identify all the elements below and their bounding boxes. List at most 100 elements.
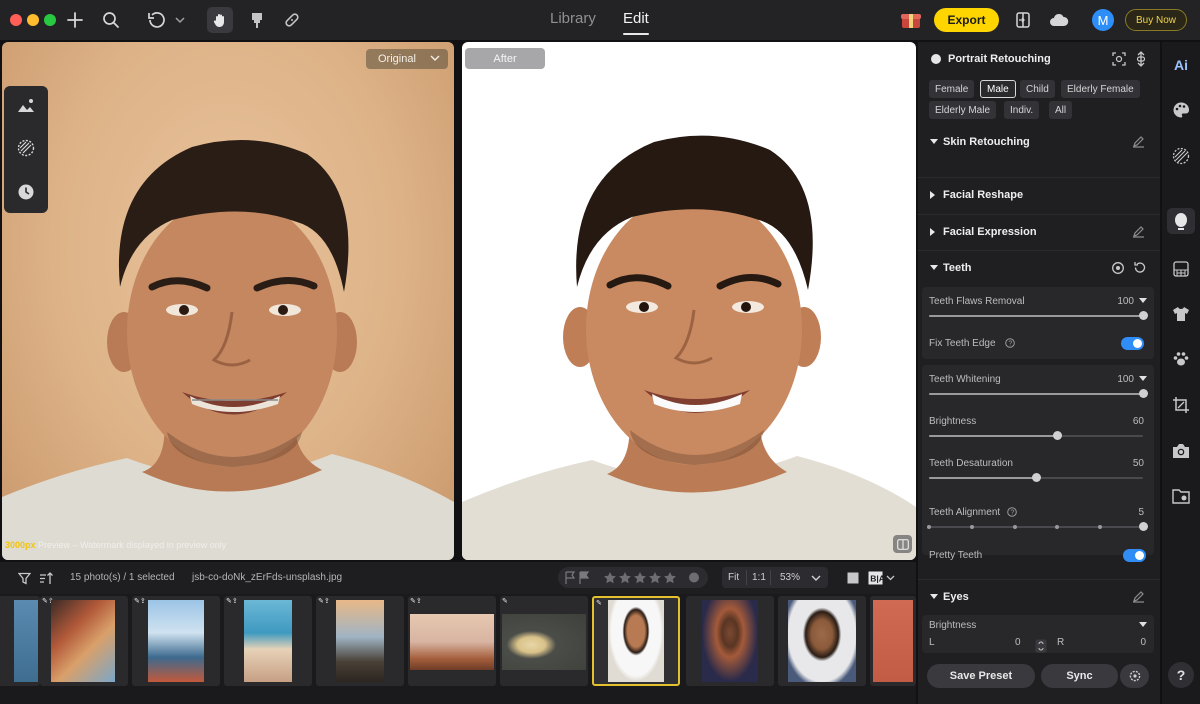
link-icon[interactable] xyxy=(1035,639,1047,653)
search-icon[interactable] xyxy=(100,8,122,32)
slider-knob[interactable] xyxy=(1139,522,1148,531)
section-facial-expression[interactable]: Facial Expression xyxy=(918,214,1160,250)
camera-icon[interactable] xyxy=(1170,440,1192,462)
cloud-icon[interactable] xyxy=(1048,8,1070,32)
palette-icon[interactable] xyxy=(1170,99,1192,121)
paw-icon[interactable] xyxy=(1170,348,1192,370)
color-label-icon[interactable] xyxy=(689,572,699,583)
mask-icon[interactable] xyxy=(16,138,36,158)
grid-icon[interactable] xyxy=(1170,258,1192,280)
rating-control[interactable] xyxy=(558,567,708,588)
bandage-icon[interactable] xyxy=(281,8,303,32)
undo-icon[interactable] xyxy=(146,8,186,32)
thumbnail-blonde-woman[interactable]: ✎ xyxy=(500,596,588,686)
original-view-dropdown[interactable]: Original xyxy=(366,49,448,69)
edit-icon[interactable] xyxy=(1132,135,1145,148)
avatar[interactable]: M xyxy=(1092,9,1114,31)
section-facial-reshape[interactable]: Facial Reshape xyxy=(918,177,1160,213)
window-minimize-button[interactable] xyxy=(27,14,39,26)
teeth-alignment-slider[interactable] xyxy=(927,522,1148,531)
thumbnail-bearded-man[interactable] xyxy=(778,596,866,686)
tab-library[interactable]: Library xyxy=(550,10,596,27)
thumbnail-man-hat[interactable] xyxy=(686,596,774,686)
shirt-icon[interactable] xyxy=(1170,303,1192,325)
teeth-desaturation-slider[interactable] xyxy=(929,473,1143,482)
split-view-icon[interactable] xyxy=(893,535,912,553)
hand-icon[interactable] xyxy=(207,7,233,33)
fit-button[interactable]: Fit xyxy=(728,572,739,583)
export-button[interactable]: Export xyxy=(934,8,999,32)
caret-down-icon[interactable] xyxy=(1139,298,1147,303)
one-to-one-button[interactable]: 1:1 xyxy=(752,572,766,583)
thumbnail-beach[interactable]: ✎⇪ xyxy=(224,596,312,686)
sync-arrows-icon[interactable] xyxy=(1136,51,1146,67)
caret-down-icon[interactable] xyxy=(1139,622,1147,627)
single-view-icon[interactable] xyxy=(845,566,861,590)
history-icon[interactable] xyxy=(16,182,36,202)
buy-now-button[interactable]: Buy Now xyxy=(1125,9,1187,31)
filmstrip[interactable]: ✎⇪ ✎⇪ ✎⇪ ✎⇪ ✎⇪ ✎ ✎ xyxy=(0,594,916,704)
crop-icon[interactable] xyxy=(1170,394,1192,416)
info-icon[interactable]: ? xyxy=(1007,507,1017,517)
chip-male[interactable]: Male xyxy=(980,80,1016,98)
teeth-whitening-slider[interactable] xyxy=(929,389,1148,398)
info-icon[interactable]: ? xyxy=(1005,338,1015,348)
brush-icon[interactable] xyxy=(246,8,268,32)
pretty-teeth-toggle[interactable] xyxy=(1123,549,1146,562)
sync-button[interactable]: Sync xyxy=(1041,664,1118,688)
fix-teeth-edge-toggle[interactable] xyxy=(1121,337,1144,350)
zoom-control[interactable]: Fit 1:1 53% xyxy=(722,567,828,588)
folder-icon[interactable] xyxy=(1170,485,1192,507)
slider-knob[interactable] xyxy=(1032,473,1041,482)
chip-elderly-female[interactable]: Elderly Female xyxy=(1061,80,1140,98)
tab-edit[interactable]: Edit xyxy=(623,10,649,35)
sync-settings-button[interactable] xyxy=(1120,664,1149,688)
window-zoom-button[interactable] xyxy=(44,14,56,26)
edit-icon[interactable] xyxy=(1132,590,1145,603)
filter-icon[interactable] xyxy=(16,566,32,590)
compare-icon[interactable] xyxy=(1012,8,1034,32)
thumbnail-coral-wall[interactable] xyxy=(870,596,916,686)
help-button[interactable]: ? xyxy=(1168,662,1194,688)
section-eyes[interactable]: Eyes xyxy=(918,579,1160,615)
brightness-slider[interactable] xyxy=(929,431,1143,440)
slider-knob[interactable] xyxy=(1053,431,1063,440)
face-detect-icon[interactable] xyxy=(1112,52,1126,66)
texture-icon[interactable] xyxy=(1170,145,1192,167)
chip-elderly-male[interactable]: Elderly Male xyxy=(929,101,997,119)
reject-flag-icon[interactable] xyxy=(579,571,590,584)
chip-female[interactable]: Female xyxy=(929,80,975,98)
section-teeth[interactable]: Teeth xyxy=(918,250,1160,286)
face-icon[interactable] xyxy=(1167,208,1195,234)
save-preset-button[interactable]: Save Preset xyxy=(927,664,1035,688)
thumbnail-alley[interactable]: ✎⇪ xyxy=(40,596,128,686)
section-skin-retouching[interactable]: Skin Retouching xyxy=(918,125,1160,161)
thumbnail-balloons[interactable]: ✎⇪ xyxy=(408,596,496,686)
thumbnail-city-skyline[interactable]: ✎⇪ xyxy=(132,596,220,686)
window-close-button[interactable] xyxy=(10,14,22,26)
ai-button[interactable]: Ai xyxy=(1170,54,1192,76)
retouched-photo[interactable] xyxy=(462,42,916,560)
caret-down-icon[interactable] xyxy=(1139,376,1147,381)
zoom-level[interactable]: 53% xyxy=(780,572,800,583)
chevron-down-icon[interactable] xyxy=(811,573,821,583)
slider-knob[interactable] xyxy=(1139,389,1148,398)
edit-icon[interactable] xyxy=(1132,225,1145,238)
before-after-toggle[interactable]: B|A xyxy=(868,566,896,590)
landscape-icon[interactable] xyxy=(16,96,36,116)
reset-icon[interactable] xyxy=(1133,261,1146,274)
original-photo[interactable] xyxy=(2,42,454,560)
visibility-icon[interactable] xyxy=(1111,262,1125,274)
teeth-flaws-slider[interactable] xyxy=(929,311,1148,320)
add-icon[interactable] xyxy=(64,8,86,32)
sort-icon[interactable] xyxy=(38,566,54,590)
chip-child[interactable]: Child xyxy=(1020,80,1055,98)
image-canvas[interactable] xyxy=(0,42,916,560)
flag-icon[interactable] xyxy=(565,571,576,584)
chip-individual[interactable]: Indiv. xyxy=(1004,101,1040,119)
thumbnail-young-man[interactable]: ✎ xyxy=(592,596,680,686)
thumbnail-rock-cliff[interactable]: ✎⇪ xyxy=(316,596,404,686)
chip-all[interactable]: All xyxy=(1049,101,1073,119)
star-rating[interactable] xyxy=(604,572,676,584)
slider-knob[interactable] xyxy=(1139,311,1148,320)
